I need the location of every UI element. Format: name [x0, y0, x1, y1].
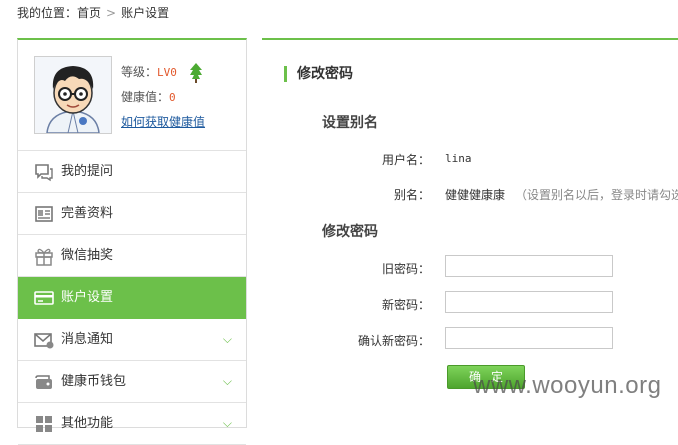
health-row: 健康值：0 — [121, 85, 205, 110]
gift-icon — [35, 248, 53, 266]
chevron-down-icon[interactable]: ⌵ — [223, 319, 232, 360]
alias-hint: （设置别名以后，登录时请勾选 — [515, 188, 678, 202]
level-label: 等级： — [121, 65, 158, 79]
sidebar-item-label: 微信抽奖 — [61, 248, 114, 263]
sidebar-menu: 我的提问 完善资料 微信抽奖 账户设置 消息通知 ⌵ 健康币钱包 ⌵ 其他功能 … — [18, 151, 246, 445]
alias-row: 健健健康康 （设置别名以后，登录时请勾选 — [445, 186, 678, 203]
chevron-down-icon[interactable]: ⌵ — [223, 361, 232, 402]
sidebar-item-label: 消息通知 — [61, 332, 114, 347]
page-title: 修改密码 — [284, 66, 353, 82]
breadcrumb-current: 账户设置 — [121, 6, 170, 20]
password-section-heading: 修改密码 — [322, 224, 378, 240]
new-password-label: 新密码： — [381, 298, 430, 312]
alias-section-heading: 设置别名 — [322, 115, 378, 131]
breadcrumb-prefix: 我的位置： — [17, 6, 78, 20]
health-help-link[interactable]: 如何获取健康值 — [121, 115, 205, 129]
confirm-password-label: 确认新密码： — [357, 334, 430, 348]
leaf-icon — [189, 62, 202, 83]
sidebar-item-other-features[interactable]: 其他功能 ⌵ — [18, 403, 246, 445]
profile-info: 等级：LV0 健康值：0 如何获取健康值 — [121, 60, 205, 135]
breadcrumb-home-link[interactable]: 首页 — [77, 6, 101, 20]
sidebar-item-label: 完善资料 — [61, 206, 114, 221]
level-value: LV0 — [157, 66, 177, 79]
confirm-password-field[interactable] — [445, 327, 613, 349]
breadcrumb-separator: > — [106, 6, 117, 20]
grid-icon — [36, 416, 52, 432]
wallet-icon — [35, 375, 52, 389]
watermark: www.wooyun.org — [473, 372, 662, 399]
chat-bubble-icon — [35, 164, 53, 182]
alias-value: 健健健康康 — [445, 188, 506, 202]
envelope-icon — [34, 333, 54, 349]
breadcrumb: 我的位置：首页 > 账户设置 — [17, 4, 169, 22]
sidebar-item-account-settings[interactable]: 账户设置 — [18, 277, 246, 319]
sidebar-item-complete-profile[interactable]: 完善资料 — [18, 193, 246, 235]
sidebar-item-label: 其他功能 — [61, 416, 114, 431]
chevron-down-icon[interactable]: ⌵ — [223, 403, 232, 444]
username-label: 用户名： — [381, 153, 430, 167]
level-row: 等级：LV0 — [121, 60, 205, 85]
sidebar-item-wechat-lottery[interactable]: 微信抽奖 — [18, 235, 246, 277]
new-password-field[interactable] — [445, 291, 613, 313]
credit-card-icon — [34, 291, 54, 305]
doctor-avatar-icon — [35, 57, 111, 133]
sidebar-item-label: 账户设置 — [61, 290, 114, 305]
username-value: lina — [445, 152, 472, 165]
health-value: 0 — [169, 91, 176, 104]
profile-card-icon — [35, 206, 53, 222]
avatar[interactable] — [34, 56, 112, 134]
old-password-label: 旧密码： — [381, 262, 430, 276]
sidebar-item-label: 我的提问 — [61, 164, 114, 179]
health-label: 健康值： — [121, 90, 170, 104]
profile-panel: 等级：LV0 健康值：0 如何获取健康值 — [18, 40, 246, 151]
sidebar-item-label: 健康币钱包 — [61, 374, 127, 389]
sidebar-item-my-questions[interactable]: 我的提问 — [18, 151, 246, 193]
old-password-field[interactable] — [445, 255, 613, 277]
alias-label: 别名： — [393, 188, 430, 202]
sidebar-item-wallet[interactable]: 健康币钱包 ⌵ — [18, 361, 246, 403]
sidebar-item-notifications[interactable]: 消息通知 ⌵ — [18, 319, 246, 361]
sidebar: 等级：LV0 健康值：0 如何获取健康值 我的提问 完善资料 微信抽奖 账户设置… — [17, 38, 247, 445]
